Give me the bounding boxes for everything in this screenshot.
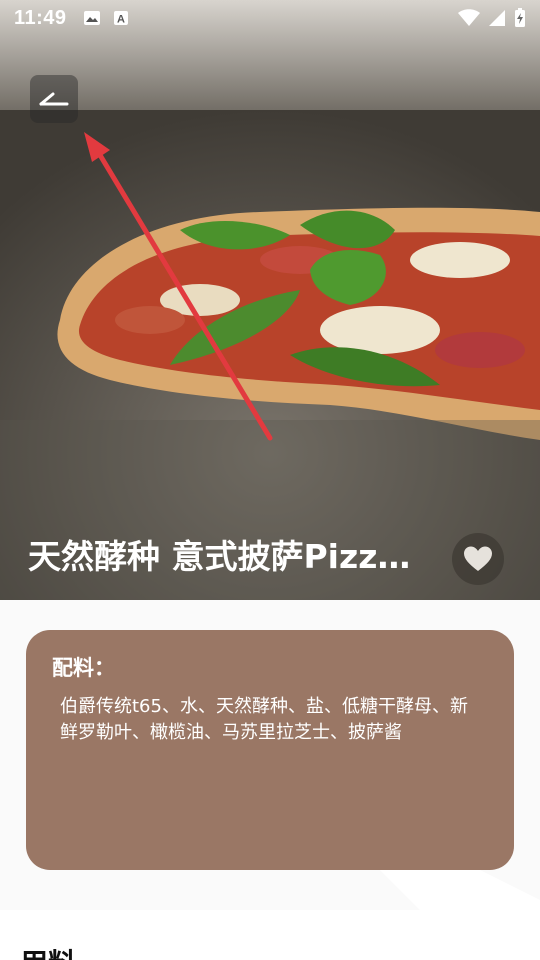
favorite-button[interactable] xyxy=(452,533,504,585)
battery-charging-icon xyxy=(515,8,525,27)
heart-icon xyxy=(464,546,492,571)
signal-icon xyxy=(489,10,505,26)
recipe-title: 天然酵种 意式披萨Pizz… xyxy=(28,537,411,576)
status-bar: 11:49 A xyxy=(0,0,540,36)
a-icon: A xyxy=(113,11,128,26)
back-arrow-icon xyxy=(39,92,69,106)
svg-text:A: A xyxy=(117,14,125,26)
status-time: 11:49 xyxy=(14,6,67,29)
ingredients-text: 伯爵传统t65、水、天然酵种、盐、低糖干酵母、新鲜罗勒叶、橄榄油、马苏里拉芝士、… xyxy=(60,696,468,743)
image-icon xyxy=(83,11,100,25)
materials-heading: 用料 xyxy=(20,942,76,960)
ingredients-card: 配料： 伯爵传统t65、水、天然酵种、盐、低糖干酵母、新鲜罗勒叶、橄榄油、马苏里… xyxy=(26,630,514,870)
back-button[interactable] xyxy=(30,75,78,123)
wifi-icon xyxy=(458,9,480,26)
recipe-hero-image: 11:49 A 天然酵种 意式披萨Pizz… xyxy=(0,0,540,600)
pizza-photo xyxy=(0,0,540,600)
ingredients-heading: 配料： xyxy=(52,656,115,680)
